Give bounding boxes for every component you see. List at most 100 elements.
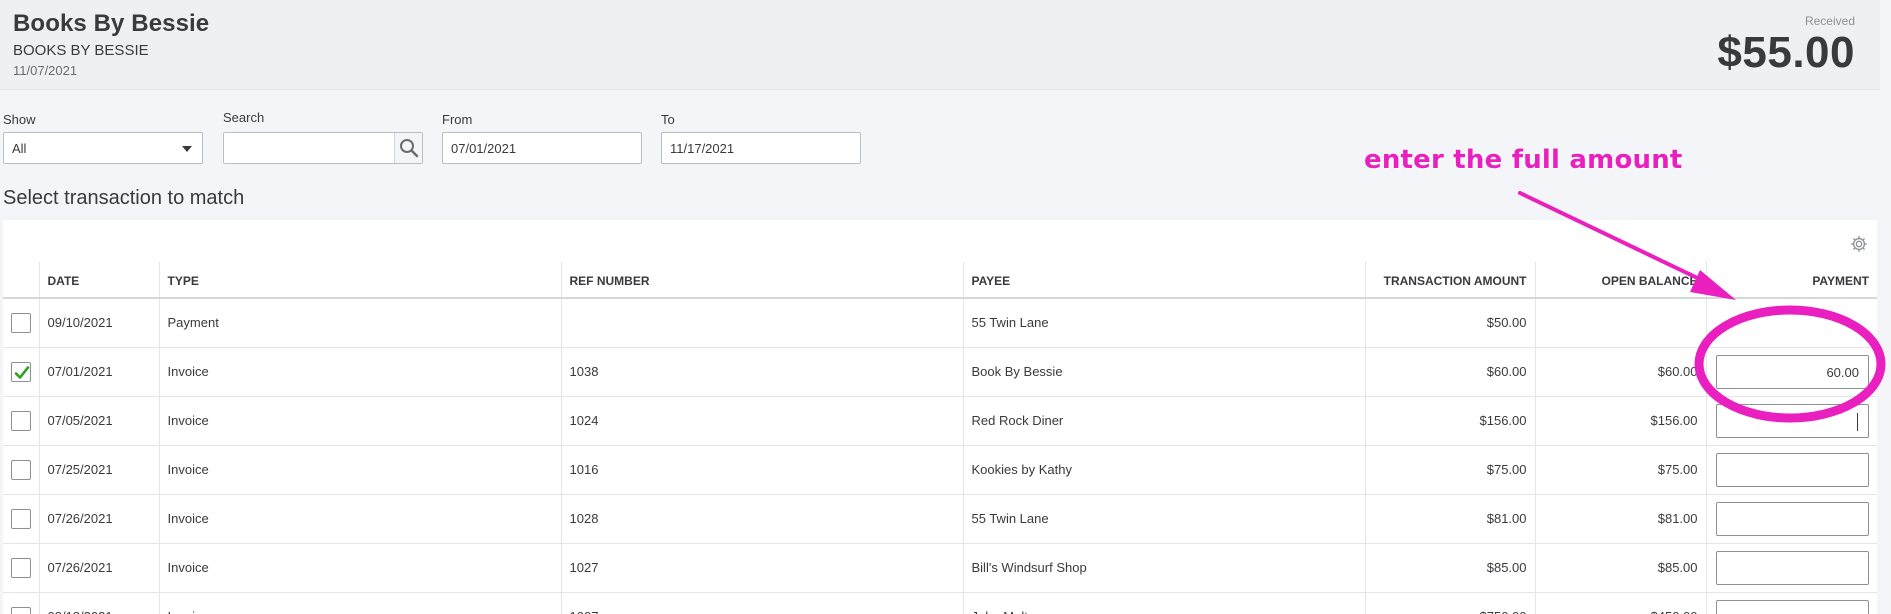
row-date: 07/01/2021: [39, 347, 160, 397]
row-checkbox[interactable]: [10, 606, 31, 614]
row-type: Invoice: [159, 592, 562, 614]
row-type: Invoice: [159, 445, 562, 495]
to-label: To: [661, 112, 675, 127]
row-open-balance: $156.00: [1535, 396, 1707, 446]
row-select-cell: [3, 298, 40, 348]
row-select-cell: [3, 396, 40, 446]
deposit-header: Books By Bessie BOOKS BY BESSIE 11/07/20…: [0, 0, 1880, 90]
search-label: Search: [223, 110, 265, 125]
row-checkbox[interactable]: [10, 459, 31, 480]
row-select-cell: [3, 347, 40, 397]
row-transaction-amount: $60.00: [1365, 347, 1536, 397]
row-select-cell: [3, 592, 40, 614]
row-select-cell: [3, 494, 40, 544]
table-row[interactable]: 08/18/2021Invoice1007John Melton$750.00$…: [3, 592, 1877, 614]
row-ref-number: 1028: [561, 494, 964, 544]
col-open-balance[interactable]: OPEN BALANCE: [1535, 262, 1707, 299]
row-ref-number: 1038: [561, 347, 964, 397]
payment-input[interactable]: [1716, 550, 1869, 585]
table-row[interactable]: 07/26/2021 Invoice 1027 Bill's Windsurf Sho…: [3, 543, 1877, 593]
row-transaction-amount: $75.00: [1365, 445, 1536, 495]
row-checkbox[interactable]: [10, 557, 31, 578]
row-transaction-amount: $81.00: [1365, 494, 1536, 544]
from-date-input[interactable]: 07/01/2021: [442, 132, 642, 164]
row-transaction-amount: $85.00: [1365, 543, 1536, 593]
row-select-cell: [3, 445, 40, 495]
to-date-input[interactable]: 11/17/2021: [661, 132, 861, 164]
row-ref-number: 1007: [561, 592, 964, 614]
show-select[interactable]: All: [3, 132, 203, 164]
payment-input[interactable]: [1716, 501, 1869, 536]
table-row[interactable]: 07/01/2021 Invoice 1038 Book By Bessie $60.0…: [3, 347, 1877, 397]
text-cursor: [1857, 412, 1858, 431]
row-ref-number: 1024: [561, 396, 964, 446]
col-ref-number[interactable]: REF NUMBER: [561, 262, 964, 299]
col-select: [3, 262, 40, 299]
payee-title: Books By Bessie: [13, 10, 210, 37]
chevron-down-icon: [182, 146, 192, 152]
row-type: Invoice: [159, 543, 562, 593]
row-checkbox[interactable]: [10, 410, 31, 431]
payment-input[interactable]: [1716, 452, 1869, 487]
table-row[interactable]: 07/05/2021 Invoice 1024 Red Rock Diner $156.…: [3, 396, 1877, 446]
row-payment-cell: [1706, 298, 1877, 348]
row-payment-cell: [1706, 592, 1877, 614]
row-type: Payment: [159, 298, 562, 348]
payment-input[interactable]: [1716, 599, 1869, 614]
row-open-balance: $85.00: [1535, 543, 1707, 593]
row-select-cell: [3, 543, 40, 593]
row-transaction-amount: $750.00: [1365, 592, 1536, 614]
col-date[interactable]: DATE: [39, 262, 160, 299]
gear-icon[interactable]: [1849, 234, 1869, 254]
row-open-balance: $450.00: [1535, 592, 1707, 614]
payment-value: 60.00: [1826, 364, 1859, 380]
show-select-value: All: [12, 141, 27, 156]
row-type: Invoice: [159, 396, 562, 446]
row-date: 07/05/2021: [39, 396, 160, 446]
row-date: 09/10/2021: [39, 298, 160, 348]
table-row[interactable]: 07/26/2021 Invoice 1028 55 Twin Lane $81.00 $…: [3, 494, 1877, 544]
row-payee: Red Rock Diner: [963, 396, 1366, 446]
row-payment-cell: [1706, 494, 1877, 544]
match-transaction-page: Books By Bessie BOOKS BY BESSIE 11/07/20…: [0, 0, 1891, 614]
row-payment-cell: [1706, 396, 1877, 446]
to-date-value: 11/17/2021: [670, 141, 735, 156]
deposit-date: 11/07/2021: [13, 63, 78, 78]
row-payee: John Melton: [963, 592, 1366, 614]
row-open-balance: $75.00: [1535, 445, 1707, 495]
row-checkbox[interactable]: [10, 508, 31, 529]
from-date-value: 07/01/2021: [451, 141, 517, 156]
row-open-balance: [1535, 298, 1707, 348]
row-checkbox[interactable]: [10, 312, 31, 333]
row-date: 07/26/2021: [39, 494, 160, 544]
row-payment-cell: [1706, 445, 1877, 495]
received-label: Received: [1804, 14, 1855, 28]
from-label: From: [442, 112, 473, 127]
section-title: Select transaction to match: [3, 187, 245, 209]
row-payee: Bill's Windsurf Shop: [963, 543, 1366, 593]
table-row[interactable]: 09/10/2021 Payment 55 Twin Lane $50.00: [3, 298, 1877, 348]
row-date: 07/25/2021: [39, 445, 160, 495]
transactions-table: DATE TYPE REF NUMBER PAYEE TRANSACTION A…: [3, 262, 1877, 614]
col-payment[interactable]: PAYMENT: [1706, 262, 1877, 299]
col-payee[interactable]: PAYEE: [963, 262, 1366, 299]
payment-input[interactable]: 60.00: [1716, 354, 1869, 389]
col-type[interactable]: TYPE: [159, 262, 562, 299]
payee-subtitle: BOOKS BY BESSIE: [13, 42, 149, 59]
col-transaction-amount[interactable]: TRANSACTION AMOUNT: [1365, 262, 1536, 299]
search-input[interactable]: [223, 132, 423, 164]
table-row[interactable]: 07/25/2021 Invoice 1016 Kookies by Kathy $75…: [3, 445, 1877, 495]
row-payment-cell: [1706, 543, 1877, 593]
row-payee: Book By Bessie: [963, 347, 1366, 397]
row-date: 08/18/2021: [39, 592, 160, 614]
row-transaction-amount: $50.00: [1365, 298, 1536, 348]
checkmark-icon: [14, 365, 30, 379]
row-checkbox[interactable]: [10, 361, 31, 382]
search-button[interactable]: [394, 133, 422, 163]
row-type: Invoice: [159, 347, 562, 397]
annotation-text: enter the full amount: [1364, 145, 1683, 175]
payment-input[interactable]: [1716, 403, 1869, 438]
row-payment-cell: 60.00: [1706, 347, 1877, 397]
row-date: 07/26/2021: [39, 543, 160, 593]
row-payee: Kookies by Kathy: [963, 445, 1366, 495]
